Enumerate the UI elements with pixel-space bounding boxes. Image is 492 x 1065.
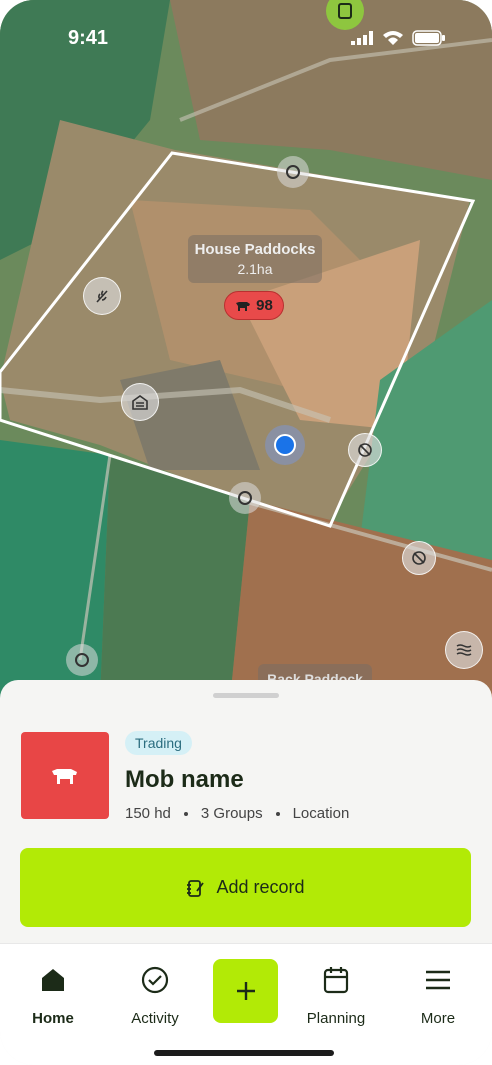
mob-title: Mob name (125, 766, 244, 793)
status-icons (350, 30, 446, 46)
gate-map-marker[interactable] (348, 433, 382, 467)
tab-activity[interactable]: Activity (110, 962, 200, 1027)
animal-count: 98 (256, 297, 273, 314)
paddock-area: 2.1ha (237, 261, 273, 277)
calendar-icon (323, 967, 349, 994)
map-view[interactable]: House Paddocks 2.1ha 98 Back Paddock 9:4 (0, 0, 492, 700)
mob-groups: 3 Groups (200, 805, 263, 822)
paddock-label[interactable]: House Paddocks 2.1ha (188, 235, 322, 283)
satellite-map (0, 0, 492, 700)
mob-meta: 150 hd 3 Groups Location (125, 805, 349, 822)
wifi-icon (383, 31, 403, 45)
separator-dot (183, 811, 188, 816)
mob-location: Location (292, 805, 350, 822)
crop-map-marker[interactable] (83, 277, 121, 315)
add-button[interactable] (213, 959, 278, 1023)
app-screen: House Paddocks 2.1ha 98 Back Paddock 9:4 (0, 0, 492, 1065)
boundary-node[interactable] (277, 156, 309, 188)
menu-icon (426, 970, 450, 990)
no-entry-icon (412, 551, 426, 565)
mob-tag: Trading (125, 731, 192, 755)
water-icon (456, 644, 472, 656)
boundary-node[interactable] (229, 482, 261, 514)
status-time: 9:41 (68, 27, 109, 49)
tab-more[interactable]: More (393, 962, 483, 1027)
bottom-tab-bar: Home Activity Planning More (0, 943, 492, 1065)
plus-icon (236, 982, 255, 1000)
boundary-node[interactable] (66, 644, 98, 676)
add-record-label: Add record (216, 877, 305, 897)
animal-count-badge[interactable]: 98 (224, 291, 284, 320)
status-bar: 9:41 (0, 0, 492, 80)
water-map-marker[interactable] (445, 631, 483, 669)
signal-icon (351, 31, 373, 45)
home-indicator (154, 1050, 334, 1056)
cow-icon (52, 768, 77, 784)
home-icon (42, 969, 64, 991)
sheet-drag-handle[interactable] (213, 693, 279, 698)
shed-map-marker[interactable] (121, 383, 159, 421)
no-entry-icon (358, 443, 372, 457)
gate-map-marker-2[interactable] (402, 541, 436, 575)
current-location-dot (265, 425, 305, 465)
separator-dot (275, 811, 280, 816)
tab-home[interactable]: Home (8, 962, 98, 1027)
tab-planning[interactable]: Planning (291, 962, 381, 1027)
tab-more-label: More (420, 1010, 456, 1027)
tab-activity-label: Activity (131, 1010, 179, 1027)
wheat-icon (96, 290, 108, 303)
shed-icon (132, 395, 148, 410)
battery-icon (412, 30, 445, 46)
tab-planning-label: Planning (306, 1010, 366, 1027)
add-record-button[interactable]: Add record (20, 848, 471, 927)
check-circle-icon (141, 966, 169, 994)
tab-home-label: Home (32, 1010, 74, 1027)
mob-head-count: 150 hd (125, 805, 171, 822)
mob-avatar (21, 732, 109, 819)
paddock-name: House Paddocks (194, 241, 316, 258)
cow-icon (236, 301, 251, 311)
edit-note-icon (187, 879, 205, 897)
